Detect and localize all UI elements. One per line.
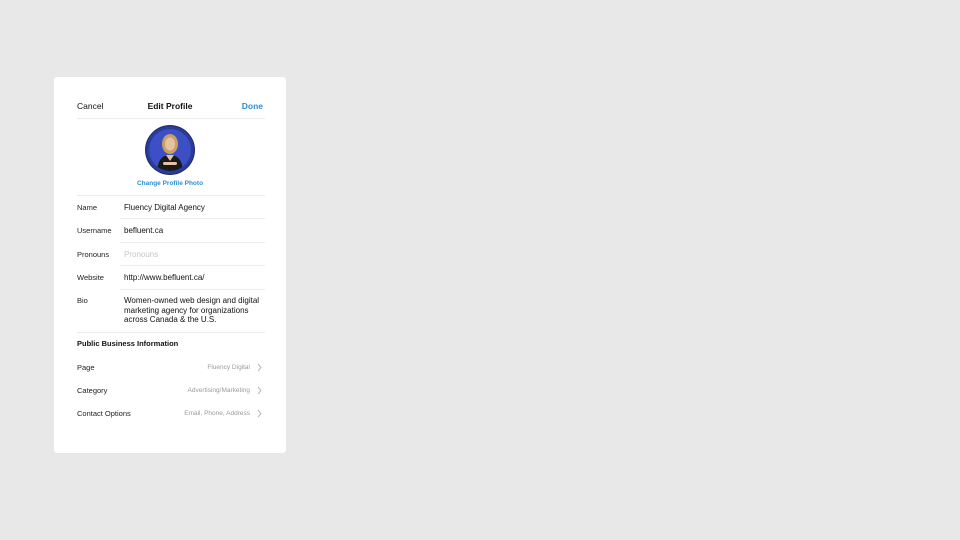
change-profile-photo-link[interactable]: Change Profile Photo: [54, 180, 286, 187]
chevron-right-icon[interactable]: [257, 386, 262, 395]
name-field[interactable]: Fluency Digital Agency: [124, 203, 205, 212]
contact-options-row-label[interactable]: Contact Options: [77, 409, 131, 418]
divider: [120, 218, 265, 219]
bio-label: Bio: [77, 296, 88, 305]
website-label: Website: [77, 273, 104, 282]
section-title: Public Business Information: [77, 339, 179, 348]
nav-bar: Cancel Edit Profile Done: [77, 101, 263, 115]
pronouns-label: Pronouns: [77, 250, 110, 259]
divider: [77, 195, 265, 196]
contact-options-row-value: Email, Phone, Address: [184, 410, 250, 417]
category-row-label[interactable]: Category: [77, 386, 107, 395]
page-row-label[interactable]: Page: [77, 363, 95, 372]
pronouns-field[interactable]: Pronouns: [124, 250, 158, 259]
divider: [120, 289, 265, 290]
chevron-right-icon[interactable]: [257, 363, 262, 372]
person-photo: [157, 134, 183, 171]
divider: [77, 118, 265, 119]
done-button[interactable]: Done: [242, 101, 263, 111]
avatar[interactable]: [146, 126, 194, 174]
divider: [120, 265, 265, 266]
name-label: Name: [77, 203, 98, 212]
edit-profile-panel: Cancel Edit Profile Done Change Profile …: [54, 77, 286, 453]
website-field[interactable]: http://www.befluent.ca/: [124, 273, 205, 282]
bio-field[interactable]: Women-owned web design and digital marke…: [124, 296, 269, 325]
username-label: Username: [77, 226, 112, 235]
divider: [77, 332, 265, 333]
category-row-value: Advertising/Marketing: [187, 387, 251, 394]
page-row-value: Fluency Digital: [207, 364, 250, 371]
avatar-photo: [149, 129, 191, 171]
chevron-right-icon[interactable]: [257, 409, 262, 418]
page-title: Edit Profile: [147, 101, 193, 111]
username-field[interactable]: befluent.ca: [124, 226, 163, 235]
divider: [120, 242, 265, 243]
